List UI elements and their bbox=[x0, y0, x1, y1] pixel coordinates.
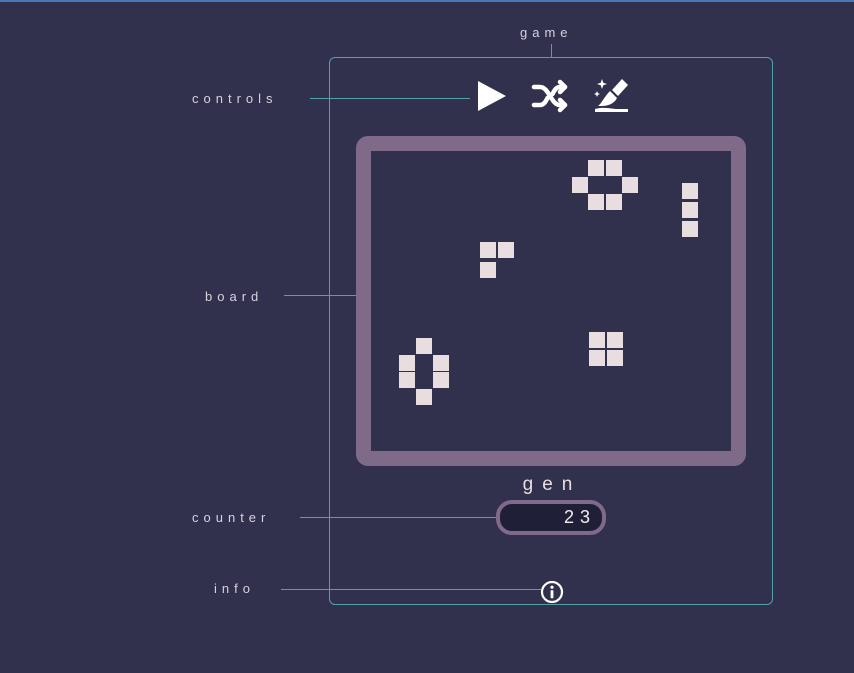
clear-button[interactable] bbox=[592, 76, 632, 116]
clean-icon bbox=[594, 79, 628, 112]
live-cell[interactable] bbox=[607, 332, 623, 348]
live-cell[interactable] bbox=[416, 389, 432, 405]
live-cell[interactable] bbox=[416, 338, 432, 354]
annotation-board-label: board bbox=[205, 289, 264, 304]
window-top-accent bbox=[0, 0, 854, 2]
live-cell[interactable] bbox=[588, 194, 604, 210]
annotation-controls-label: controls bbox=[192, 91, 278, 106]
board-grid[interactable] bbox=[371, 151, 731, 451]
annotation-info-label: info bbox=[214, 581, 255, 596]
live-cell[interactable] bbox=[682, 183, 698, 199]
annotation-counter-label: counter bbox=[192, 510, 271, 525]
live-cell[interactable] bbox=[606, 194, 622, 210]
info-button[interactable] bbox=[540, 580, 564, 604]
live-cell[interactable] bbox=[433, 372, 449, 388]
live-cell[interactable] bbox=[588, 160, 604, 176]
shuffle-button[interactable] bbox=[530, 76, 570, 116]
shuffle-icon bbox=[531, 79, 568, 113]
live-cell[interactable] bbox=[399, 372, 415, 388]
live-cell[interactable] bbox=[480, 242, 496, 258]
live-cell[interactable] bbox=[498, 242, 514, 258]
board bbox=[356, 136, 746, 466]
generation-counter: 23 bbox=[496, 500, 606, 535]
generation-label: gen bbox=[522, 474, 582, 495]
live-cell[interactable] bbox=[622, 177, 638, 193]
live-cell[interactable] bbox=[589, 350, 605, 366]
play-button[interactable] bbox=[472, 76, 512, 116]
live-cell[interactable] bbox=[589, 332, 605, 348]
live-cell[interactable] bbox=[606, 160, 622, 176]
live-cell[interactable] bbox=[572, 177, 588, 193]
live-cell[interactable] bbox=[433, 355, 449, 371]
play-icon bbox=[478, 81, 506, 111]
live-cell[interactable] bbox=[607, 350, 623, 366]
annotation-game-line bbox=[551, 44, 552, 57]
live-cell[interactable] bbox=[399, 355, 415, 371]
live-cell[interactable] bbox=[682, 221, 698, 237]
info-icon bbox=[540, 580, 564, 604]
live-cell[interactable] bbox=[480, 262, 496, 278]
annotation-game-label: game bbox=[520, 25, 573, 40]
live-cell[interactable] bbox=[682, 202, 698, 218]
